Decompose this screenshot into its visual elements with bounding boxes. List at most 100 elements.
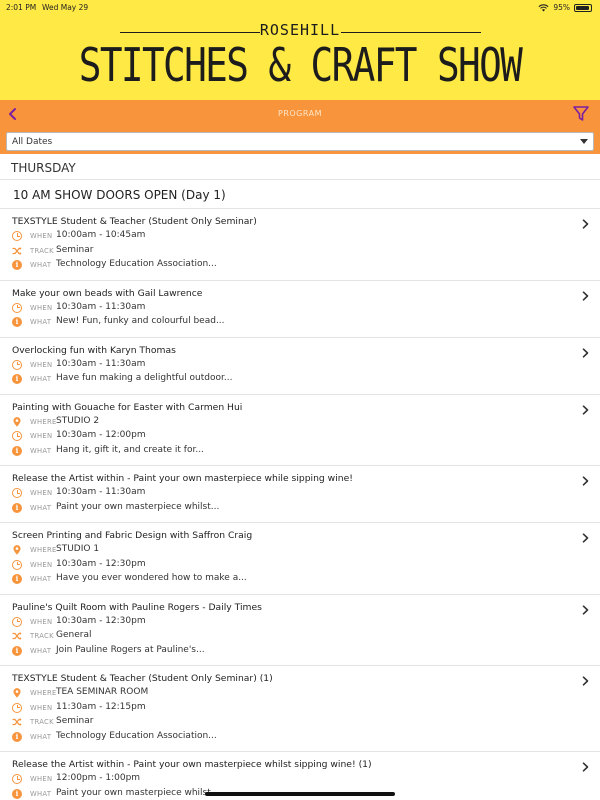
chevron-right-icon xyxy=(582,404,589,415)
event-detail-track: TRACK General xyxy=(12,630,572,642)
event-detail-where: WHERE TEA SEMINAR ROOM xyxy=(12,687,572,699)
event-title: Release the Artist within - Paint your o… xyxy=(12,473,353,484)
event-detail-when: WHEN 11:30am - 12:15pm xyxy=(12,702,572,714)
clock-icon xyxy=(12,302,22,313)
program-event-row[interactable]: TEXSTYLE Student & Teacher (Student Only… xyxy=(0,666,600,752)
detail-value: Join Pauline Rogers at Pauline's... xyxy=(56,644,205,655)
event-detail-when: WHEN 10:30am - 11:30am xyxy=(12,487,572,499)
clock-icon xyxy=(12,431,22,441)
detail-value: Have you ever wondered how to make a... xyxy=(56,573,247,583)
detail-value: 10:30am - 12:30pm xyxy=(56,558,146,569)
detail-label: WHEN xyxy=(30,703,53,712)
event-detail-track: TRACK Seminar xyxy=(12,716,572,728)
info-icon xyxy=(12,731,22,742)
clock-icon xyxy=(12,702,22,713)
event-title: Overlocking fun with Karyn Thomas xyxy=(12,344,176,356)
back-chevron-icon[interactable] xyxy=(6,104,24,124)
clock-icon xyxy=(12,231,22,241)
day-label: THURSDAY xyxy=(11,161,76,175)
event-detail-when: WHEN 10:30am - 12:30pm xyxy=(12,559,572,571)
detail-value: 10:30am - 12:00pm xyxy=(56,430,146,440)
detail-label: WHAT xyxy=(30,446,52,455)
info-icon xyxy=(12,445,22,456)
dropdown-caret-icon xyxy=(580,139,588,144)
detail-label: WHERE xyxy=(30,689,57,697)
date-filter-value: All Dates xyxy=(12,137,53,147)
detail-label: WHAT xyxy=(30,261,52,269)
detail-label: WHAT xyxy=(30,575,52,583)
event-title: Make your own beads with Gail Lawrence xyxy=(12,287,203,299)
detail-value: New! Fun, funky and colourful bead... xyxy=(56,316,225,326)
location-pin-icon xyxy=(13,416,21,427)
program-event-row[interactable]: Pauline's Quilt Room with Pauline Rogers… xyxy=(0,595,600,666)
event-title: Screen Printing and Fabric Design with S… xyxy=(12,530,253,541)
shuffle-icon xyxy=(12,718,22,726)
info-icon xyxy=(12,788,22,799)
detail-value: Technology Education Association... xyxy=(56,730,217,741)
detail-label: WHAT xyxy=(30,789,52,798)
filter-funnel-icon[interactable] xyxy=(572,105,590,123)
shuffle-icon xyxy=(12,632,22,640)
event-detail-what: WHAT Hang it, gift it, and create it for.… xyxy=(12,445,572,457)
detail-label: WHAT xyxy=(30,318,52,326)
detail-value: Seminar xyxy=(56,716,94,726)
home-indicator[interactable] xyxy=(205,792,395,796)
detail-value: Seminar xyxy=(56,244,94,255)
event-detail-when: WHEN 10:30am - 12:00pm xyxy=(12,430,572,442)
date-filter-dropdown[interactable]: All Dates xyxy=(6,132,594,151)
program-event-row[interactable]: Release the Artist within - Paint your o… xyxy=(0,466,600,523)
battery-percent: 95% xyxy=(553,3,570,12)
detail-label: WHEN xyxy=(30,303,53,312)
event-title: TEXSTYLE Student & Teacher (Student Only… xyxy=(12,673,273,684)
event-detail-where: WHERE STUDIO 1 xyxy=(12,544,572,556)
event-detail-what: WHAT Technology Education Association... xyxy=(12,259,572,271)
location-pin-icon xyxy=(13,545,21,555)
program-event-row[interactable]: TEXSTYLE Student & Teacher (Student Only… xyxy=(0,209,600,281)
event-detail-when: WHEN 12:00pm - 1:00pm xyxy=(12,773,572,785)
detail-value: 10:30am - 11:30am xyxy=(56,487,146,497)
page-title: PROGRAM xyxy=(278,109,322,118)
program-event-row[interactable]: Overlocking fun with Karyn Thomas WHEN 10:… xyxy=(0,338,600,395)
detail-label: WHAT xyxy=(30,503,52,512)
detail-label: WHEN xyxy=(30,360,53,369)
logo-title: STITCHES & CRAFT SHOW xyxy=(78,38,523,92)
chevron-right-icon xyxy=(582,347,589,358)
detail-label: WHAT xyxy=(30,732,52,741)
day-section-header: THURSDAY xyxy=(0,154,600,180)
detail-value: Paint your own masterpiece whilst... xyxy=(56,501,220,512)
event-title: Release the Artist within - Paint your o… xyxy=(12,759,372,770)
program-event-row[interactable]: Make your own beads with Gail Lawrence WH… xyxy=(0,281,600,338)
program-event-row[interactable]: Painting with Gouache for Easter with Ca… xyxy=(0,395,600,466)
program-navbar: PROGRAM xyxy=(0,100,600,129)
clock-icon xyxy=(12,488,22,498)
detail-label: WHEN xyxy=(30,775,53,783)
info-icon xyxy=(12,502,22,513)
event-detail-what: WHAT Join Pauline Rogers at Pauline's... xyxy=(12,645,572,657)
detail-value: 11:30am - 12:15pm xyxy=(56,701,146,712)
detail-label: WHAT xyxy=(30,646,52,655)
info-icon xyxy=(12,260,22,270)
clock-icon xyxy=(12,774,22,784)
event-title: Pauline's Quilt Room with Pauline Rogers… xyxy=(12,601,262,613)
detail-value: STUDIO 1 xyxy=(56,544,100,554)
status-date: Wed May 29 xyxy=(42,3,89,12)
chevron-right-icon xyxy=(582,219,589,229)
detail-label: WHEN xyxy=(30,232,53,240)
detail-value: TEA SEMINAR ROOM xyxy=(56,687,149,697)
event-title: Painting with Gouache for Easter with Ca… xyxy=(12,401,243,413)
detail-label: TRACK xyxy=(30,246,54,255)
event-detail-track: TRACK Seminar xyxy=(12,245,572,257)
detail-label: WHEN xyxy=(30,432,53,440)
chevron-right-icon xyxy=(582,604,589,615)
detail-value: 10:30am - 12:30pm xyxy=(56,615,146,626)
event-detail-when: WHEN 10:30am - 12:30pm xyxy=(12,616,572,628)
detail-label: WHERE xyxy=(30,417,57,426)
event-detail-what: WHAT Have you ever wondered how to make a… xyxy=(12,573,572,585)
program-event-row[interactable]: Screen Printing and Fabric Design with S… xyxy=(0,523,600,595)
program-list[interactable]: THURSDAY 10 AM SHOW DOORS OPEN (Day 1) TEX… xyxy=(0,154,600,800)
event-detail-when: WHEN 10:30am - 11:30am xyxy=(12,302,572,314)
detail-label: TRACK xyxy=(30,718,54,726)
detail-label: WHEN xyxy=(30,489,53,497)
info-icon xyxy=(12,645,22,656)
clock-icon xyxy=(12,559,22,570)
